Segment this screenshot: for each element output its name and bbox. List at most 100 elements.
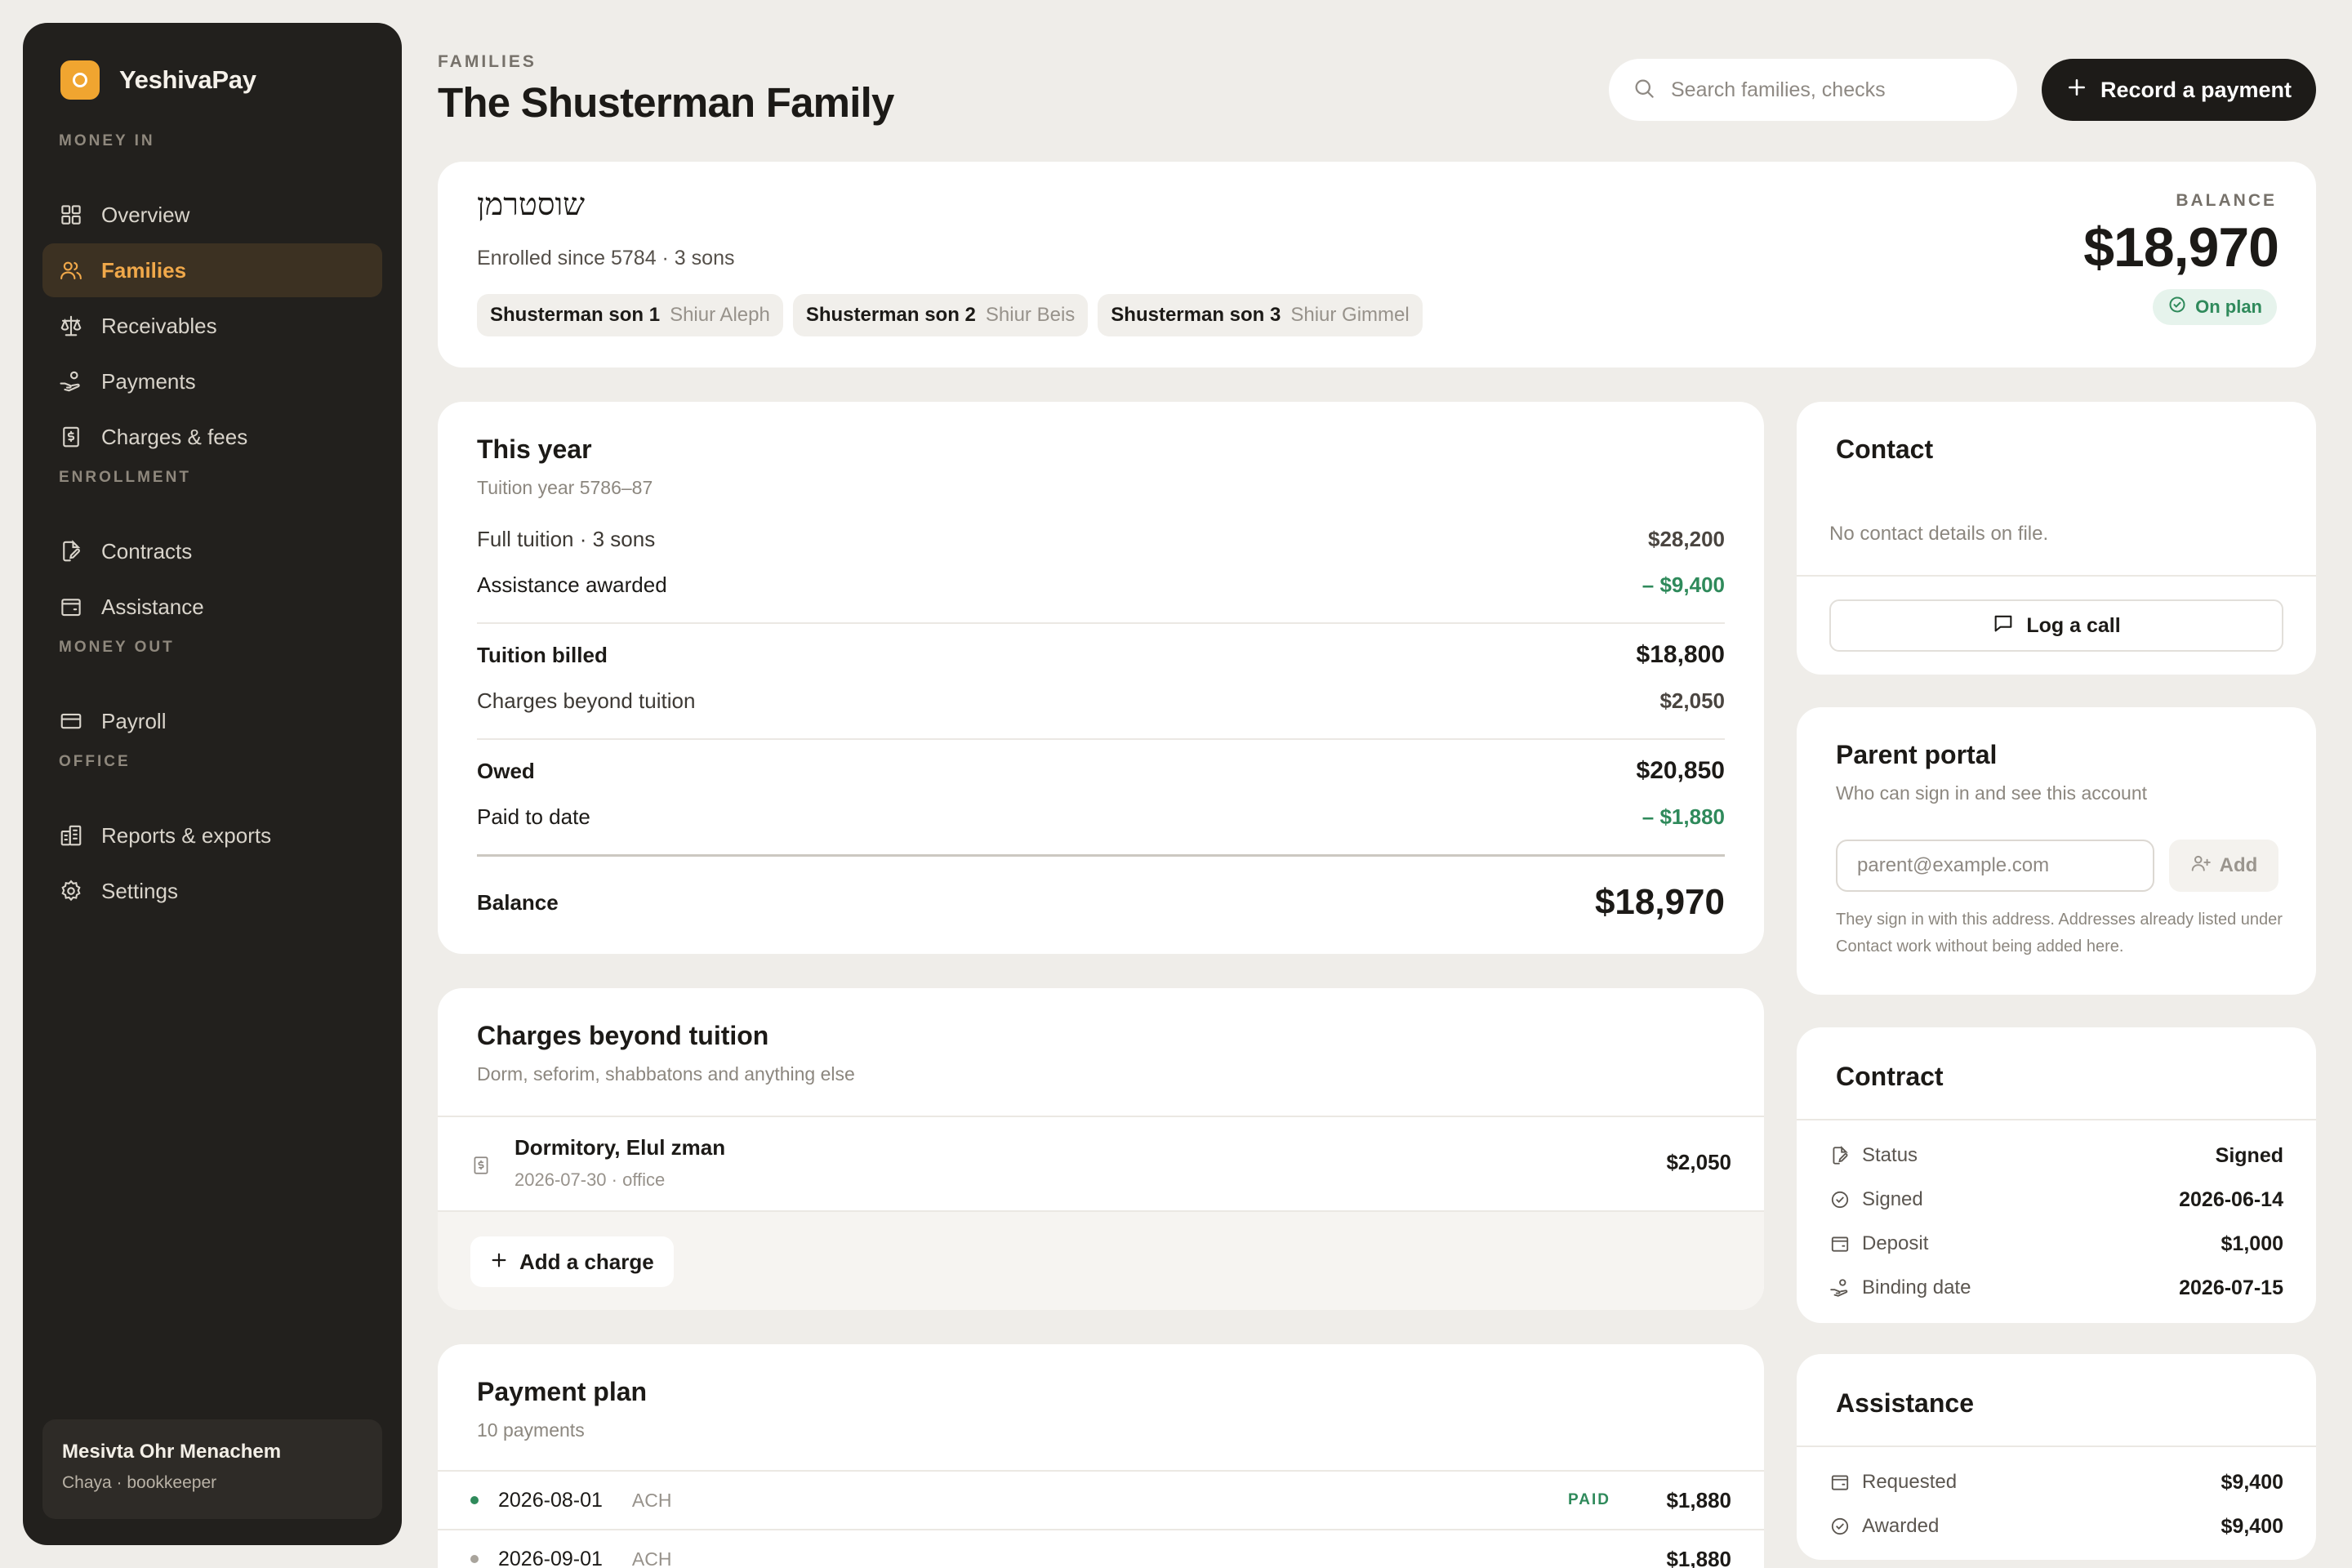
- ledger-row-full-tuition: Full tuition · 3 sons $28,200: [477, 516, 1725, 562]
- payment-row[interactable]: 2026-09-01 ACH $1,880: [438, 1529, 1764, 1568]
- kv-label: Deposit: [1862, 1232, 1929, 1254]
- sidebar-item-settings[interactable]: Settings: [42, 864, 382, 918]
- family-summary-card: שוסטרמן Enrolled since 5784 · 3 sons Shu…: [438, 162, 2316, 368]
- kv-value: $1,000: [2221, 1232, 2283, 1255]
- son-chip[interactable]: Shusterman son 1 Shiur Aleph: [477, 294, 783, 336]
- divider: [477, 738, 1725, 740]
- record-payment-button[interactable]: Record a payment: [2042, 59, 2316, 121]
- check-circle-icon: [1829, 1516, 1851, 1537]
- sidebar-item-payroll[interactable]: Payroll: [42, 694, 382, 748]
- contract-card: Contract Status Signed Signed 2026-06-14…: [1797, 1027, 2316, 1323]
- hand-coins-icon: [59, 369, 83, 394]
- status-badge: On plan: [2153, 289, 2277, 325]
- ledger-amount: $18,970: [1594, 882, 1725, 922]
- parent-email-field[interactable]: [1836, 840, 2154, 892]
- contract-binding-row: Binding date 2026-07-15: [1829, 1266, 2283, 1310]
- plus-icon: [490, 1250, 508, 1275]
- sidebar-item-label: Families: [101, 257, 187, 283]
- card-title: Contact: [1836, 434, 1934, 464]
- sidebar-item-assistance[interactable]: Assistance: [42, 580, 382, 634]
- sidebar-item-receivables[interactable]: Receivables: [42, 299, 382, 353]
- search-input[interactable]: [1671, 78, 1989, 102]
- search-box[interactable]: [1609, 59, 2017, 121]
- divider: [1797, 575, 2316, 577]
- kv-value: $9,400: [2221, 1470, 2283, 1494]
- charge-row[interactable]: Dormitory, Elul zman 2026-07-30 · office…: [438, 1116, 1764, 1212]
- empty-contact-text: No contact details on file.: [1829, 523, 2049, 545]
- nav-section-enrollment: ENROLLMENT: [59, 469, 191, 486]
- hand-coins-icon: [1829, 1277, 1851, 1298]
- add-parent-label: Add: [2219, 854, 2258, 876]
- card-subtitle: Who can sign in and see this account: [1836, 782, 2148, 804]
- son-name: Shusterman son 2: [805, 304, 976, 326]
- ledger-amount: $2,050: [1659, 688, 1725, 713]
- sidebar-item-overview[interactable]: Overview: [42, 188, 382, 242]
- file-signature-icon: [59, 539, 83, 564]
- sidebar-item-label: Reports & exports: [101, 822, 272, 848]
- payment-row[interactable]: 2026-08-01 ACH PAID $1,880: [438, 1470, 1764, 1529]
- son-shiur: Shiur Beis: [985, 304, 1076, 326]
- sidebar-item-label: Settings: [101, 878, 178, 903]
- user-plus-icon: [2190, 853, 2212, 880]
- charges-footer: Add a charge: [438, 1212, 1764, 1310]
- log-call-label: Log a call: [2026, 613, 2121, 637]
- son-shiur: Shiur Gimmel: [1290, 304, 1410, 326]
- receipt-icon: [470, 1153, 492, 1182]
- card-title: Payment plan: [477, 1377, 648, 1406]
- sidebar-item-payments[interactable]: Payments: [42, 354, 382, 408]
- portal-help-text: They sign in with this address. Addresse…: [1836, 911, 2283, 956]
- ledger-amount: $20,850: [1636, 757, 1725, 784]
- ledger-label: Balance: [477, 889, 559, 915]
- breadcrumb: FAMILIES: [438, 52, 537, 71]
- ledger-amount: $28,200: [1648, 526, 1725, 551]
- sidebar-item-label: Overview: [101, 202, 190, 227]
- contract-status-row: Status Signed: [1829, 1134, 2283, 1178]
- add-charge-label: Add a charge: [519, 1249, 654, 1274]
- contract-signed-row: Signed 2026-06-14: [1829, 1178, 2283, 1222]
- card-title: Assistance: [1836, 1388, 1974, 1418]
- hebrew-family-name: שוסטרמן: [477, 186, 586, 222]
- sidebar-item-label: Receivables: [101, 313, 217, 338]
- ledger-amount: $18,800: [1636, 641, 1725, 668]
- sidebar: YeshivaPay MONEY IN Overview Families Re…: [23, 23, 402, 1545]
- gear-icon: [59, 879, 83, 903]
- brand[interactable]: YeshivaPay: [60, 60, 256, 100]
- add-charge-button[interactable]: Add a charge: [470, 1236, 674, 1287]
- sidebar-item-contracts[interactable]: Contracts: [42, 524, 382, 578]
- divider: [477, 622, 1725, 624]
- sidebar-item-label: Payroll: [101, 708, 167, 733]
- son-chip[interactable]: Shusterman son 2 Shiur Beis: [792, 294, 1089, 336]
- status-dot: [470, 1496, 479, 1504]
- kv-label: Binding date: [1862, 1276, 1971, 1298]
- wallet-icon: [1829, 1233, 1851, 1254]
- kv-value: 2026-06-14: [2179, 1187, 2283, 1211]
- sidebar-item-reports-exports[interactable]: Reports & exports: [42, 808, 382, 862]
- sidebar-item-charges-fees[interactable]: Charges & fees: [42, 410, 382, 464]
- sidebar-item-label: Payments: [101, 368, 196, 394]
- son-name: Shusterman son 3: [1111, 304, 1281, 326]
- brand-logo-icon: [60, 60, 100, 100]
- son-shiur: Shiur Aleph: [670, 304, 770, 326]
- status-dot: [470, 1555, 479, 1563]
- this-year-card: This year Tuition year 5786–87 Full tuit…: [438, 402, 1764, 954]
- add-parent-button[interactable]: Add: [2169, 840, 2278, 892]
- sidebar-item-families[interactable]: Families: [42, 243, 382, 297]
- ledger-row-paid: Paid to date – $1,880: [477, 794, 1725, 840]
- sons-list: Shusterman son 1 Shiur Aleph Shusterman …: [477, 294, 1423, 336]
- payment-plan-card: Payment plan 10 payments 2026-08-01 ACH …: [438, 1344, 1764, 1568]
- son-chip[interactable]: Shusterman son 3 Shiur Gimmel: [1098, 294, 1423, 336]
- kv-label: Signed: [1862, 1188, 1923, 1210]
- ledger-label: Owed: [477, 758, 535, 783]
- log-call-button[interactable]: Log a call: [1829, 599, 2283, 652]
- divider: [1797, 1119, 2316, 1120]
- charge-amount: $2,050: [1666, 1150, 1731, 1174]
- org-card[interactable]: Mesivta Ohr Menachem Chaya · bookkeeper: [42, 1419, 382, 1519]
- building-chart-icon: [59, 823, 83, 848]
- ledger-row-balance: Balance $18,970: [477, 878, 1725, 927]
- ledger-label: Paid to date: [477, 804, 590, 829]
- kv-value: $9,400: [2221, 1514, 2283, 1538]
- kv-label: Requested: [1862, 1471, 1958, 1493]
- grid-icon: [59, 203, 83, 227]
- son-name: Shusterman son 1: [490, 304, 661, 326]
- ledger-amount: – $1,880: [1642, 804, 1725, 829]
